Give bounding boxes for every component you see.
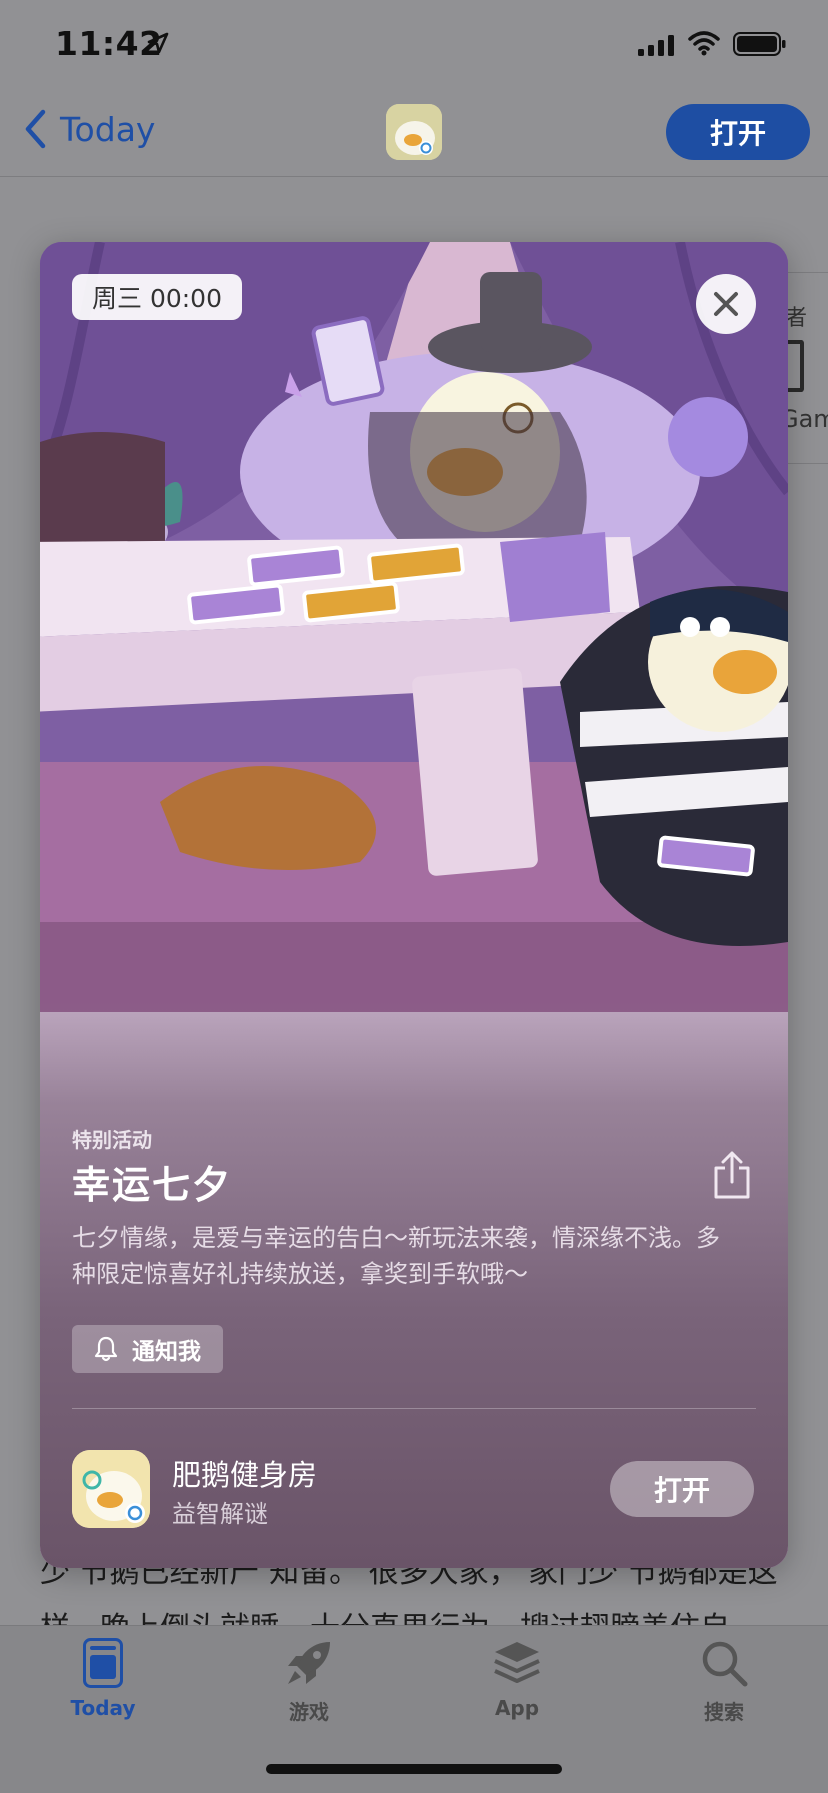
status-bar: 11:42 [0,0,828,90]
event-date-badge: 周三 00:00 [72,274,242,320]
today-icon [83,1638,123,1688]
tab-label: 搜索 [704,1700,744,1724]
chevron-left-icon [25,109,46,149]
tab-search[interactable]: 搜索 [644,1638,804,1725]
event-category-label: 特别活动 [72,1128,152,1152]
back-button-label: Today [60,109,156,149]
tab-label: 游戏 [289,1700,329,1724]
open-app-button[interactable]: 打开 [610,1461,754,1517]
close-button[interactable] [696,274,756,334]
nav-app-icon [386,104,442,160]
tab-games[interactable]: 游戏 [229,1638,389,1725]
app-icon[interactable] [72,1450,150,1528]
close-icon [714,292,738,316]
location-arrow-icon [147,32,169,54]
share-icon[interactable] [712,1150,752,1200]
games-rocket-icon [288,1642,330,1684]
divider [72,1408,756,1409]
battery-icon [733,32,786,56]
navigation-bar: Today 打开 [0,90,828,177]
event-card: 周三 00:00 特别活动 幸运七夕 七夕情缘，是爱与幸运的告白～新玩法来袭，情… [40,242,788,1568]
app-name: 肥鹅健身房 [172,1458,318,1492]
tab-label: Today [70,1696,136,1720]
home-indicator [266,1764,562,1774]
cellular-signal-icon [638,35,674,56]
tab-apps[interactable]: App [437,1638,597,1720]
notify-me-label: 通知我 [132,1339,201,1365]
notify-me-button[interactable]: 通知我 [72,1325,223,1373]
tab-label: App [494,1696,540,1720]
tab-today[interactable]: Today [23,1638,183,1720]
bell-icon [94,1336,118,1362]
event-title: 幸运七夕 [72,1163,233,1207]
background-card-text: 者 [785,306,808,331]
event-description: 七夕情缘，是爱与幸运的告白～新玩法来袭，情深缘不浅。多种限定惊喜好礼持续放送，拿… [72,1224,720,1288]
app-subtitle: 益智解谜 [172,1500,268,1528]
wifi-icon [688,31,720,56]
nav-open-button[interactable]: 打开 [666,104,810,160]
search-icon [702,1641,748,1687]
apps-stack-icon [494,1642,540,1683]
back-button[interactable]: Today [24,104,155,154]
